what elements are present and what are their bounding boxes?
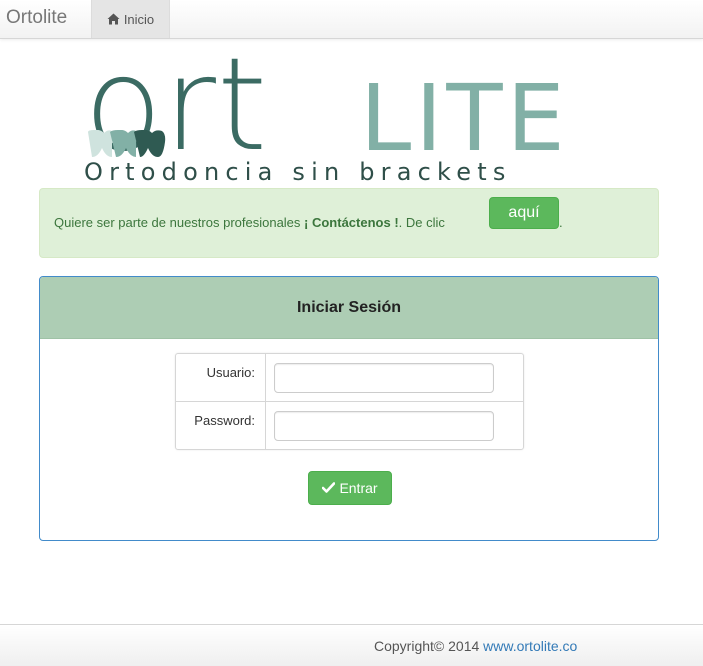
enter-button[interactable]: Entrar: [308, 471, 392, 505]
username-label: Usuario:: [206, 365, 255, 380]
username-row: Usuario:: [176, 354, 523, 402]
password-input[interactable]: [274, 411, 494, 441]
teeth-icon: [88, 130, 166, 157]
login-form-table: Usuario: Password:: [175, 353, 524, 450]
password-label: Password:: [194, 413, 255, 428]
contact-alert: Quiere ser parte de nuestros profesional…: [39, 188, 659, 258]
alert-text-after: . De clic: [398, 215, 445, 230]
nav-tab-label: Inicio: [123, 11, 155, 27]
logo-tagline: Ortodoncia sin brackets: [84, 158, 512, 186]
ortolite-logo: ort LITE Ortodoncia sin brackets: [84, 42, 579, 187]
alert-message: Quiere ser parte de nuestros profesional…: [54, 215, 445, 230]
alert-text-before: Quiere ser parte de nuestros profesional…: [54, 215, 305, 230]
home-icon: [107, 13, 120, 25]
logo-text-lite: LITE: [360, 65, 569, 172]
username-input[interactable]: [274, 363, 494, 393]
check-icon: [322, 480, 336, 496]
login-panel: Iniciar Sesión Usuario: Password: Entrar: [39, 276, 659, 541]
enter-button-label: Entrar: [339, 480, 378, 496]
alert-end-dot: .: [559, 215, 563, 230]
footer-link[interactable]: www.ortolite.co: [483, 638, 577, 654]
alert-strong-text: ¡ Contáctenos !: [304, 215, 399, 230]
aqui-button[interactable]: aquí: [489, 197, 559, 229]
brand-link[interactable]: Ortolite: [6, 7, 67, 29]
footer: Copyright© 2014 www.ortolite.co: [0, 624, 703, 666]
footer-copyright: Copyright© 2014 www.ortolite.co: [374, 638, 577, 654]
password-row: Password:: [176, 402, 523, 449]
copyright-text: Copyright© 2014: [374, 638, 484, 654]
login-title: Iniciar Sesión: [40, 277, 658, 339]
